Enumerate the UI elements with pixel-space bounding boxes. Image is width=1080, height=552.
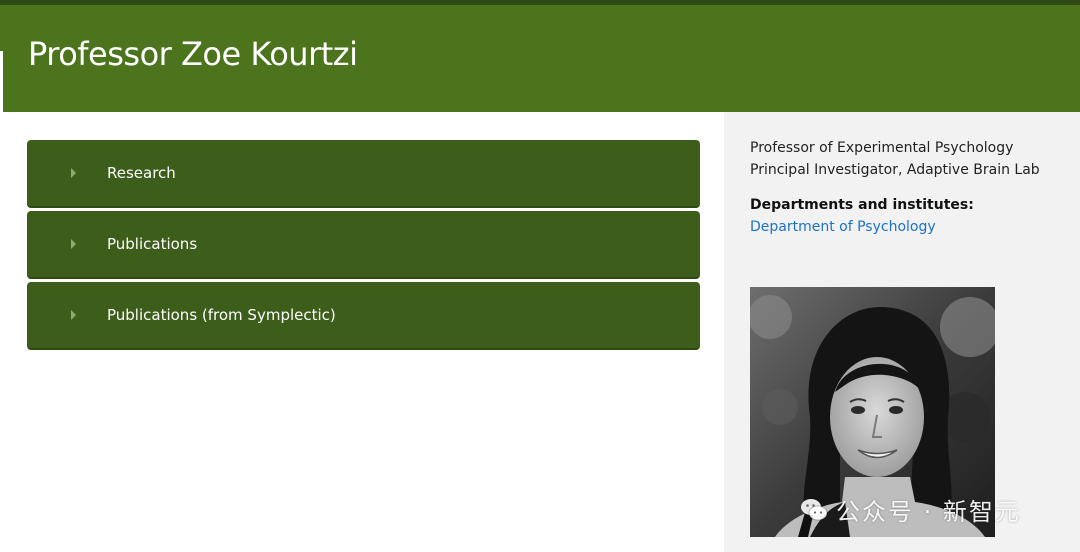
role-title: Professor of Experimental Psychology [750,140,1014,156]
accordion-research[interactable]: Research [27,140,700,208]
caret-right-icon [71,168,76,178]
department-link[interactable]: Department of Psychology [750,219,936,235]
header-edge-accent [0,51,3,112]
role-title: Principal Investigator, Adaptive Brain L… [750,162,1040,178]
accordion-label: Publications [107,235,198,253]
watermark-text: 公众号 · 新智元 [836,498,1021,526]
accordion-label: Publications (from Symplectic) [107,306,336,324]
accordion-publications-symplectic[interactable]: Publications (from Symplectic) [27,282,700,350]
page-title: Professor Zoe Kourtzi [28,35,358,73]
main-content: Research Publications Publications (from… [0,112,724,552]
accordion-publications[interactable]: Publications [27,211,700,279]
caret-right-icon [71,310,76,320]
profile-header: Professor Zoe Kourtzi [0,5,1080,112]
profile-sidebar: Professor of Experimental Psychology Pri… [724,112,1080,552]
wechat-watermark: 公众号 · 新智元 [800,492,1021,527]
accordion-label: Research [107,164,176,182]
wechat-icon [801,498,828,520]
caret-right-icon [71,239,76,249]
departments-heading: Departments and institutes: [750,197,974,213]
